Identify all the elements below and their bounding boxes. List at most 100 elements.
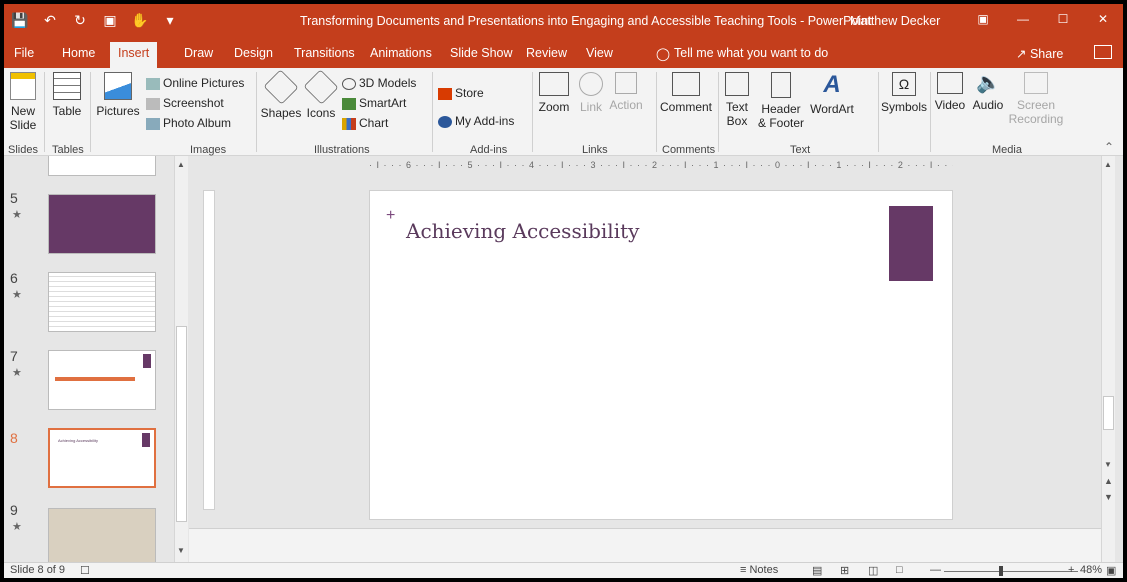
- tab-animations[interactable]: Animations: [370, 46, 432, 60]
- thumbnail-slide-5[interactable]: [48, 194, 156, 254]
- thumbnails-scroll-thumb[interactable]: [176, 326, 187, 522]
- photo-album-button[interactable]: Photo Album: [146, 116, 231, 130]
- tab-design[interactable]: Design: [234, 46, 273, 60]
- new-slide-label: New Slide: [9, 104, 37, 132]
- group-images-label: Images: [190, 144, 227, 156]
- slide-title[interactable]: Achieving Accessibility: [406, 219, 639, 243]
- thumbnail-partial[interactable]: [48, 156, 156, 176]
- screen-recording-label: Screen Recording: [1008, 98, 1064, 126]
- thumbnails-scrollbar[interactable]: ▲ ▼: [174, 156, 188, 564]
- speaker-icon: 🔈: [976, 72, 1001, 94]
- zoom-in-button[interactable]: +: [1068, 564, 1074, 576]
- online-pictures-button[interactable]: Online Pictures: [146, 76, 244, 90]
- slide-show-icon[interactable]: □: [896, 564, 903, 576]
- audio-button[interactable]: 🔈 Audio: [970, 72, 1006, 112]
- symbols-button[interactable]: Ω Symbols: [880, 72, 928, 114]
- tab-transitions[interactable]: Transitions: [294, 46, 355, 60]
- screenshot-icon: [146, 97, 160, 110]
- editor-scroll-thumb[interactable]: [1103, 396, 1114, 430]
- smartart-button[interactable]: SmartArt: [342, 96, 406, 110]
- maximize-button[interactable]: ☐: [1043, 4, 1083, 34]
- present-icon[interactable]: ▣: [100, 10, 120, 30]
- thumbnail-slide-7[interactable]: [48, 350, 156, 410]
- link-button[interactable]: Link: [576, 72, 606, 114]
- header-footer-button[interactable]: Header & Footer: [756, 72, 806, 130]
- thumbnail-slide-6[interactable]: [48, 272, 156, 332]
- zoom-level[interactable]: 48%: [1080, 564, 1102, 576]
- collapse-ribbon-icon[interactable]: ⌃: [1104, 140, 1114, 154]
- tab-file[interactable]: File: [14, 46, 34, 60]
- next-slide-icon[interactable]: ▼: [1104, 492, 1113, 502]
- tab-review[interactable]: Review: [526, 46, 567, 60]
- zoom-slider-track[interactable]: [944, 571, 1078, 572]
- shapes-button[interactable]: Shapes: [260, 69, 302, 120]
- action-label: Action: [609, 98, 643, 112]
- 3d-models-icon: [342, 77, 356, 90]
- editor-scrollbar[interactable]: ▲ ▼ ▲ ▼: [1101, 156, 1115, 564]
- pictures-label: Pictures: [96, 104, 140, 118]
- tab-insert[interactable]: Insert: [110, 42, 158, 68]
- share-button[interactable]: ↗ Share: [1016, 46, 1063, 61]
- current-slide[interactable]: + Achieving Accessibility: [369, 190, 953, 520]
- chart-button[interactable]: Chart: [342, 116, 388, 130]
- redo-icon[interactable]: ↻: [70, 10, 90, 30]
- previous-slide-icon[interactable]: ▲: [1104, 476, 1113, 486]
- shapes-label: Shapes: [260, 106, 302, 120]
- plus-decoration-icon: +: [386, 207, 396, 224]
- new-slide-button[interactable]: New Slide: [6, 72, 40, 132]
- touch-mode-icon[interactable]: ✋: [130, 10, 150, 30]
- minimize-button[interactable]: —: [1003, 4, 1043, 34]
- table-button[interactable]: Table: [48, 72, 86, 118]
- store-button[interactable]: Store: [438, 86, 484, 100]
- comment-button[interactable]: Comment: [660, 72, 712, 114]
- table-icon: [53, 72, 81, 100]
- smartart-icon: [342, 97, 356, 110]
- icons-label: Icons: [306, 106, 336, 120]
- tab-draw[interactable]: Draw: [184, 46, 213, 60]
- my-addins-button[interactable]: My Add-ins: [438, 114, 514, 128]
- slide-editor: · I · · · 6 · · · I · · · 5 · · · I · · …: [189, 156, 1101, 564]
- text-box-button[interactable]: Text Box: [722, 72, 752, 128]
- save-icon[interactable]: 💾: [10, 10, 30, 30]
- tab-home[interactable]: Home: [62, 46, 95, 60]
- thumbnail-slide-8[interactable]: Achieving Accessibility: [48, 428, 156, 488]
- slide-sorter-icon[interactable]: ⊞: [840, 564, 849, 577]
- thumbnail-number: 9: [10, 502, 18, 518]
- accent-rectangle[interactable]: [889, 206, 933, 281]
- notes-button[interactable]: ≡ Notes: [740, 564, 778, 576]
- tab-view[interactable]: View: [586, 46, 613, 60]
- chart-icon: [342, 117, 356, 130]
- photo-album-icon: [146, 117, 160, 130]
- zoom-slider-thumb[interactable]: [999, 566, 1003, 576]
- video-button[interactable]: Video: [932, 72, 968, 112]
- screen-recording-icon: [1024, 72, 1048, 94]
- zoom-button[interactable]: Zoom: [536, 72, 572, 114]
- thumbnail-slide-9[interactable]: [48, 508, 156, 564]
- customize-qat-icon[interactable]: ▾: [160, 10, 180, 30]
- title-bar: 💾 ↶ ↻ ▣ ✋ ▾ Transforming Documents and P…: [4, 4, 1123, 40]
- audio-label: Audio: [972, 98, 1004, 112]
- undo-icon[interactable]: ↶: [40, 10, 60, 30]
- group-illustrations-label: Illustrations: [314, 144, 370, 156]
- notes-area[interactable]: [189, 528, 1101, 562]
- pictures-button[interactable]: Pictures: [94, 72, 142, 118]
- animation-star-icon: ★: [12, 521, 22, 533]
- screen-recording-button[interactable]: Screen Recording: [1008, 72, 1064, 126]
- user-name[interactable]: Matthew Decker: [850, 14, 940, 28]
- ribbon-display-options-icon[interactable]: ▣: [963, 4, 1003, 34]
- spellcheck-icon[interactable]: ☐: [80, 564, 90, 577]
- wordart-button[interactable]: A WordArt: [810, 72, 854, 117]
- 3d-models-button[interactable]: 3D Models: [342, 76, 416, 90]
- fit-to-window-icon[interactable]: ▣: [1106, 564, 1116, 577]
- close-button[interactable]: ✕: [1083, 4, 1123, 34]
- screenshot-button[interactable]: Screenshot: [146, 96, 224, 110]
- tab-slide-show[interactable]: Slide Show: [450, 46, 513, 60]
- group-tables-label: Tables: [52, 144, 84, 156]
- zoom-out-button[interactable]: —: [930, 564, 941, 576]
- normal-view-icon[interactable]: ▤: [812, 564, 822, 577]
- reading-view-icon[interactable]: ◫: [868, 564, 878, 577]
- icons-button[interactable]: Icons: [303, 69, 339, 120]
- tell-me-box[interactable]: ◯ Tell me what you want to do: [656, 46, 828, 61]
- comments-icon[interactable]: [1094, 45, 1112, 59]
- action-button[interactable]: Action: [608, 72, 644, 112]
